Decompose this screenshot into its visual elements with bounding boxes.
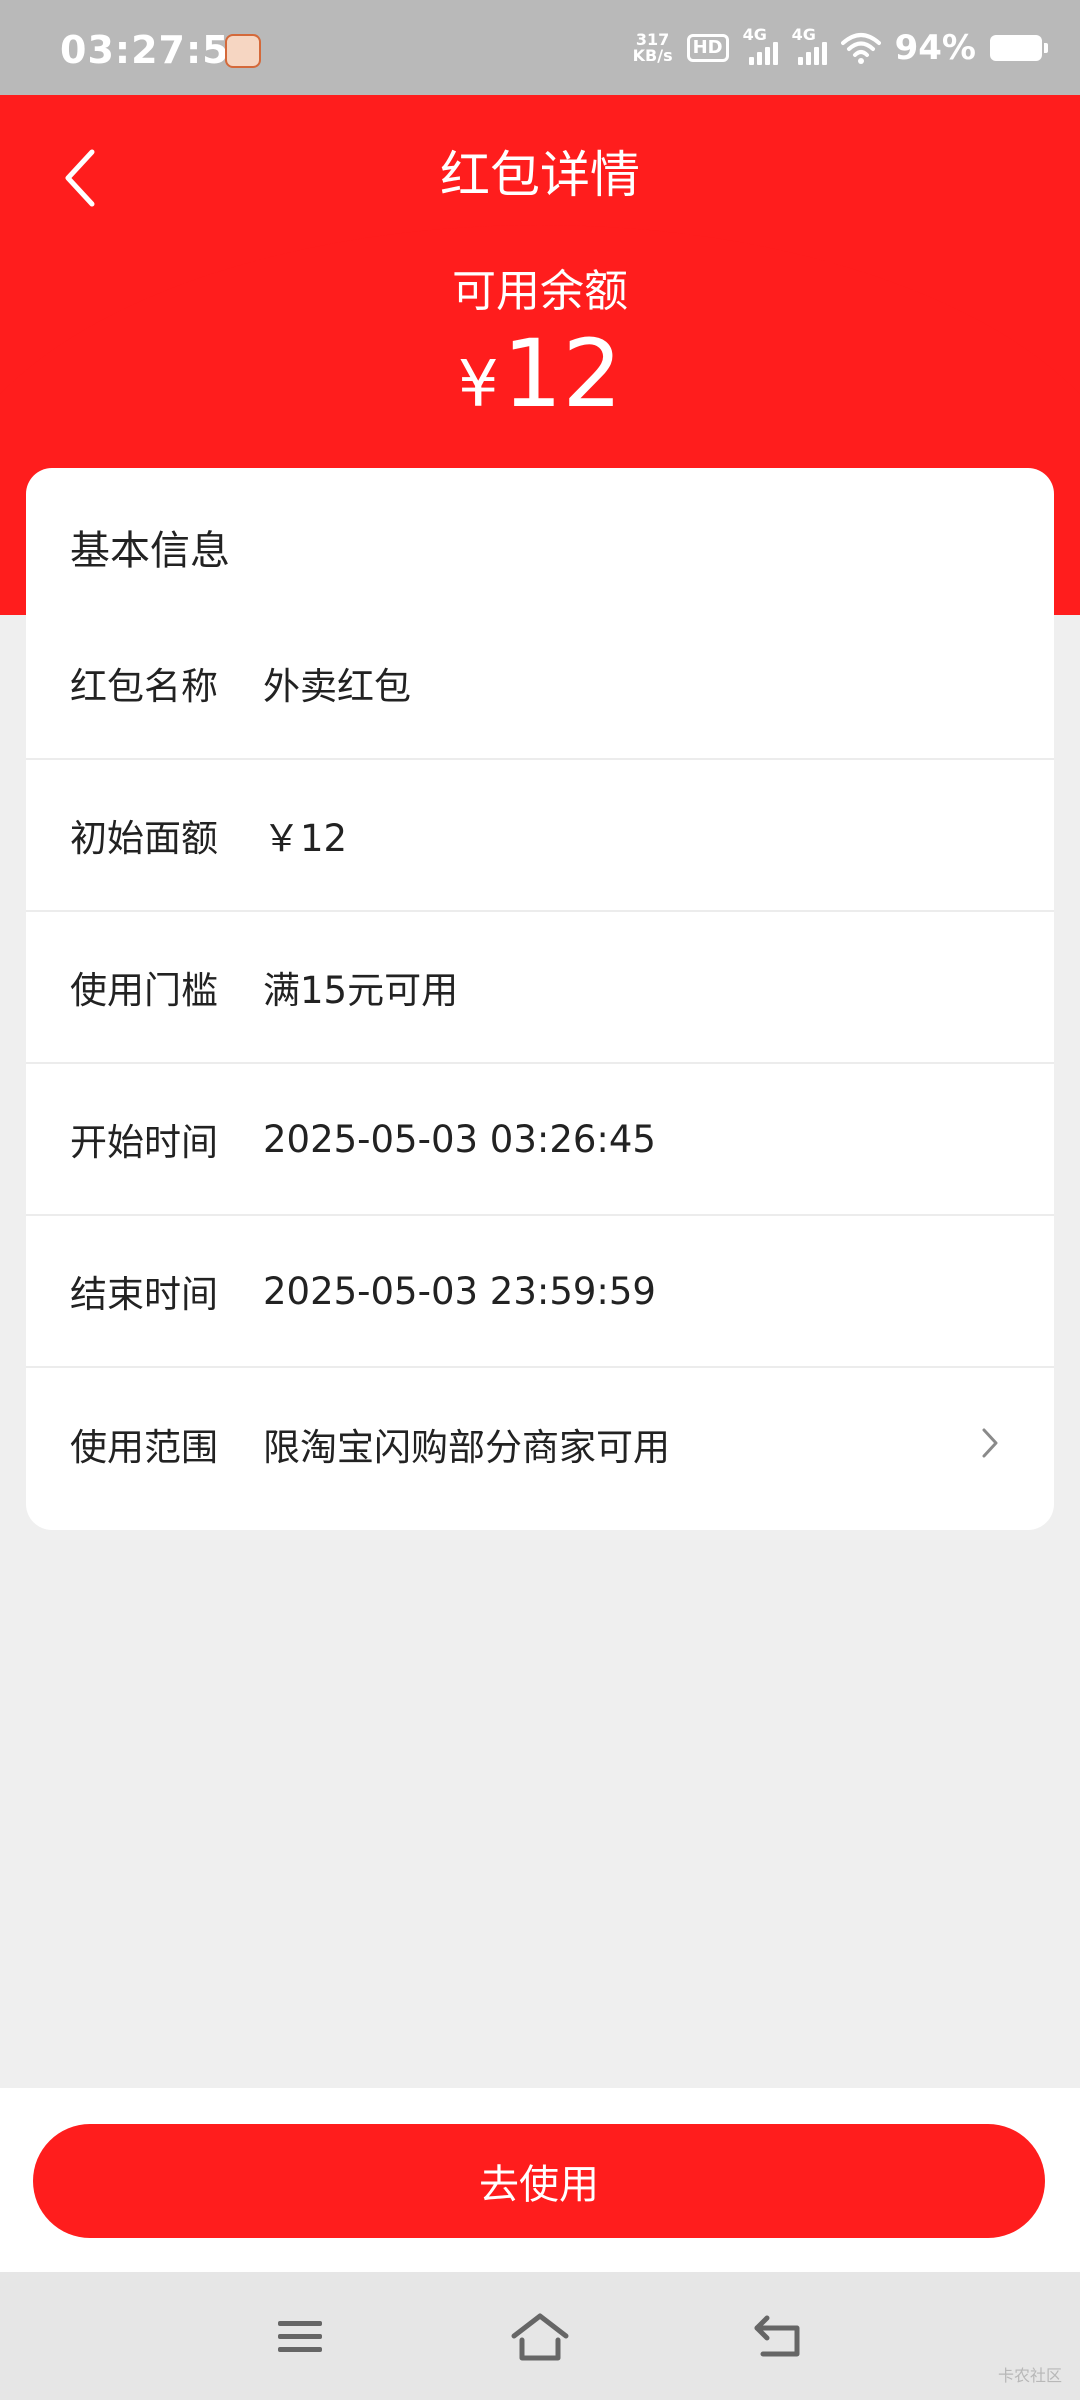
card-title: 基本信息 xyxy=(70,528,230,574)
battery-percentage: 94% xyxy=(894,28,976,68)
signal-sim2-icon: 4G xyxy=(792,25,827,65)
back-nav-button[interactable] xyxy=(745,2302,815,2372)
chevron-right-icon xyxy=(982,1428,998,1458)
home-icon xyxy=(511,2313,569,2361)
row-usage-scope[interactable]: 使用范围 限淘宝闪购部分商家可用 xyxy=(26,1368,1054,1520)
row-value: ￥12 xyxy=(263,817,348,860)
row-label: 结束时间 xyxy=(70,1273,218,1316)
currency-symbol: ¥ xyxy=(457,348,499,422)
network-speed: 317 KB/s xyxy=(633,32,673,64)
balance-label: 可用余额 xyxy=(452,266,628,317)
battery-icon xyxy=(990,35,1048,61)
home-button[interactable] xyxy=(505,2302,575,2372)
row-end-time: 结束时间 2025-05-03 23:59:59 xyxy=(26,1216,1054,1368)
balance-value: 12 xyxy=(502,320,623,429)
status-bar: 03:27:55 317 KB/s HD 4G 4G 94% xyxy=(0,0,1080,95)
row-value: 满15元可用 xyxy=(263,969,459,1012)
row-label: 初始面额 xyxy=(70,817,218,860)
status-indicators: 317 KB/s HD 4G 4G 94% xyxy=(633,24,1048,72)
system-nav-bar: 卡农社区 xyxy=(0,2272,1080,2400)
network-speed-unit: KB/s xyxy=(632,46,673,65)
wifi-icon xyxy=(840,33,881,64)
row-label: 红包名称 xyxy=(70,665,218,708)
menu-icon xyxy=(278,2321,322,2352)
row-value: 2025-05-03 23:59:59 xyxy=(263,1269,656,1313)
row-label: 使用范围 xyxy=(70,1426,218,1469)
row-value: 2025-05-03 03:26:45 xyxy=(263,1117,656,1161)
row-initial-amount: 初始面额 ￥12 xyxy=(26,760,1054,912)
row-start-time: 开始时间 2025-05-03 03:26:45 xyxy=(26,1064,1054,1216)
signal-sim1-icon: 4G xyxy=(743,25,778,65)
menu-button[interactable] xyxy=(265,2302,335,2372)
return-icon xyxy=(754,2315,800,2357)
row-label: 使用门槛 xyxy=(70,969,218,1012)
hd-voice-icon: HD xyxy=(686,34,729,62)
sim2-network-label: 4G xyxy=(791,25,816,44)
watermark: 卡农社区 xyxy=(997,2366,1062,2385)
bottom-action-bar: 去使用 xyxy=(0,2088,1080,2272)
app-notification-icon xyxy=(225,34,261,68)
basic-info-card: 基本信息 红包名称 外卖红包初始面额 ￥12 使用门槛 满15元可用开始时间 2025-0… xyxy=(26,468,1054,1530)
page-title: 红包详情 xyxy=(440,146,640,204)
row-label: 开始时间 xyxy=(70,1121,218,1164)
balance-amount: ¥12 xyxy=(0,320,1080,440)
sim1-network-label: 4G xyxy=(742,25,767,44)
row-value: 外卖红包 xyxy=(263,665,411,708)
row-redpacket-name: 红包名称 外卖红包 xyxy=(26,608,1054,760)
row-threshold: 使用门槛 满15元可用 xyxy=(26,912,1054,1064)
use-now-button[interactable]: 去使用 xyxy=(33,2124,1045,2238)
row-value: 限淘宝闪购部分商家可用 xyxy=(263,1426,670,1469)
